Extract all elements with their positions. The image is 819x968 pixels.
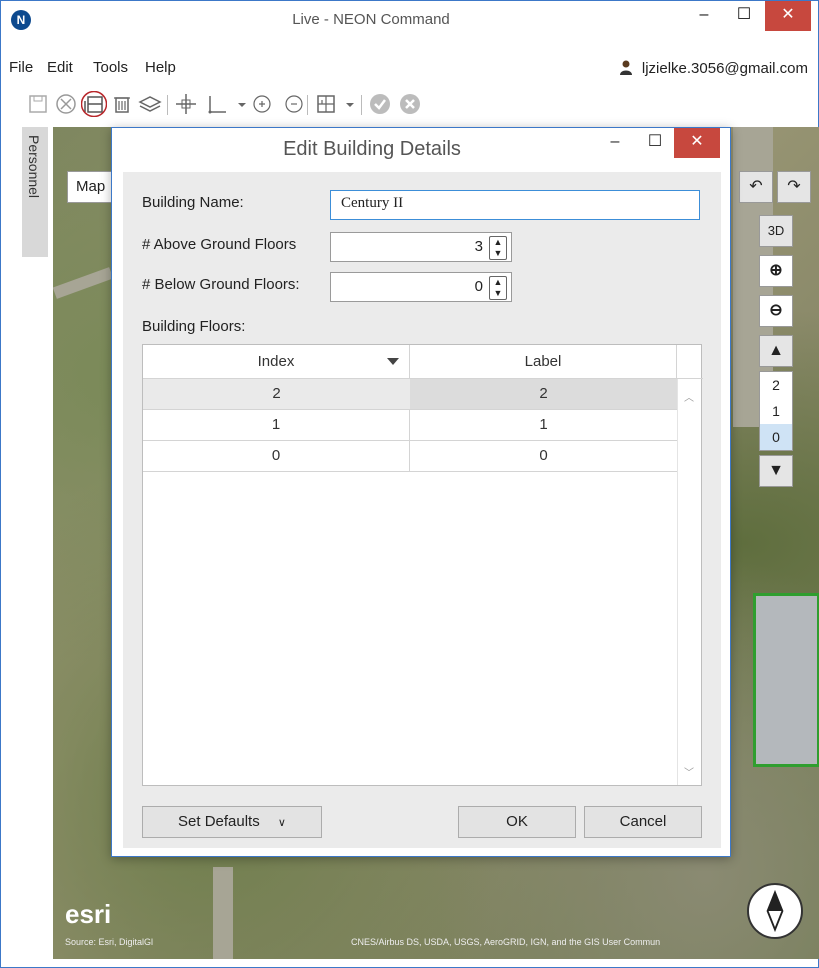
cancel-button[interactable]: Cancel [584,806,702,838]
save-icon[interactable] [25,91,51,117]
sort-arrow-icon [387,358,399,365]
check-icon[interactable] [367,91,393,117]
close-circle-icon[interactable] [397,91,423,117]
floors-grid: Index Label 2 2 1 1 0 0 ︿ ﹀ [142,344,703,786]
app-window: N Live - NEON Command – ☐ ✕ File Edit To… [0,0,819,968]
floor-down-icon[interactable]: ▼ [759,455,793,487]
user-icon [619,60,632,75]
window-title: Live - NEON Command [292,11,450,28]
dropdown-arrow-icon[interactable] [337,91,363,117]
floor-item-selected[interactable]: 0 [760,424,792,450]
ok-button[interactable]: OK [458,806,576,838]
building-floors-label: Building Floors: [142,318,246,335]
attribution-left: Source: Esri, DigitalGl [65,937,154,947]
zoom-in-icon[interactable] [249,91,275,117]
set-defaults-button[interactable]: Set Defaults ∨ [142,806,322,838]
below-ground-stepper[interactable]: 0 ▲ ▼ [330,272,512,302]
attribution-right: CNES/Airbus DS, USDA, USGS, AeroGRID, IG… [351,937,661,947]
grid-header: Index Label [143,345,703,379]
move-icon[interactable] [173,91,199,117]
zoom-out-icon[interactable] [281,91,307,117]
rotate-right-icon[interactable]: ↷ [777,171,811,203]
3d-button[interactable]: 3D [759,215,793,247]
column-header-label: Index [257,353,295,370]
column-header-index[interactable]: Index [143,345,410,379]
building-name-label: Building Name: [142,194,244,211]
floor-plan-icon[interactable] [313,91,339,117]
rotate-left-icon[interactable]: ↶ [739,171,773,203]
layers-icon[interactable] [137,91,163,117]
user-email: ljzielke.3056@gmail.com [641,60,808,77]
grid-scrollbar[interactable]: ︿ ﹀ [677,379,701,785]
compass-icon[interactable] [747,883,803,939]
above-ground-label: # Above Ground Floors [142,236,297,253]
dialog-title: Edit Building Details [283,138,461,160]
maximize-button[interactable]: ☐ [721,1,767,31]
map-tab[interactable]: Map [67,171,113,203]
below-ground-label: # Below Ground Floors: [142,276,300,293]
column-header-label-col[interactable]: Label [410,345,677,379]
dialog-body: Building Name: Century II # Above Ground… [123,172,721,848]
close-button[interactable]: ✕ [765,1,811,31]
floor-selector: 2 1 0 [759,371,793,451]
scroll-up-icon[interactable]: ︿ [684,389,694,404]
dialog-maximize-button[interactable]: ☐ [632,128,678,158]
floor-up-icon[interactable]: ▲ [759,335,793,367]
toolbar-separator [167,95,168,115]
user-account[interactable]: ljzielke.3056@gmail.com [618,59,808,77]
toolbar-separator [307,95,308,115]
menu-bar: File Edit Tools Help ljzielke.3056@gmail… [1,53,818,81]
title-bar: N Live - NEON Command – ☐ ✕ [1,1,818,37]
table-row[interactable]: 2 2 [143,379,677,410]
map-road [53,267,114,299]
delete-icon[interactable] [109,91,135,117]
scroll-down-icon[interactable]: ﹀ [684,764,694,779]
building-name-input[interactable]: Century II [330,190,700,220]
esri-logo: esri [65,899,112,929]
menu-tools[interactable]: Tools [93,59,128,76]
table-row[interactable]: 0 0 [143,441,677,472]
menu-file[interactable]: File [9,59,33,76]
spinner-icon[interactable]: ▲ ▼ [489,276,507,300]
edit-building-dialog: Edit Building Details – ☐ ✕ Building Nam… [111,127,731,857]
draw-line-icon[interactable] [205,91,231,117]
spinner-icon[interactable]: ▲ ▼ [489,236,507,260]
cell-index: 2 [143,379,410,409]
table-row[interactable]: 1 1 [143,410,677,441]
cancel-circle-icon[interactable] [53,91,79,117]
floor-item[interactable]: 1 [760,398,792,424]
map-zoom-in-icon[interactable]: ⊕ [759,255,793,287]
below-ground-value: 0 [474,278,483,295]
toolbar [1,87,818,121]
toolbar-separator [361,95,362,115]
sidetab-personnel[interactable]: Personnel [22,127,48,257]
sidetab-label: Personnel [26,135,42,199]
map-road [213,867,233,959]
above-ground-stepper[interactable]: 3 ▲ ▼ [330,232,512,262]
map-zoom-out-icon[interactable]: ⊖ [759,295,793,327]
menu-edit[interactable]: Edit [47,59,73,76]
above-ground-value: 3 [474,238,483,255]
cell-index: 0 [143,441,410,471]
cell-label: 0 [539,447,548,464]
cell-label: 2 [410,379,677,409]
chevron-down-icon: ∨ [277,817,286,829]
map-selected-building[interactable] [753,593,819,767]
set-defaults-label: Set Defaults [178,813,260,830]
floor-item[interactable]: 2 [760,372,792,398]
menu-help[interactable]: Help [145,59,176,76]
dialog-close-button[interactable]: ✕ [674,128,720,158]
cell-index: 1 [143,410,410,440]
cell-label: 1 [539,416,548,433]
edit-building-icon[interactable] [80,90,108,118]
